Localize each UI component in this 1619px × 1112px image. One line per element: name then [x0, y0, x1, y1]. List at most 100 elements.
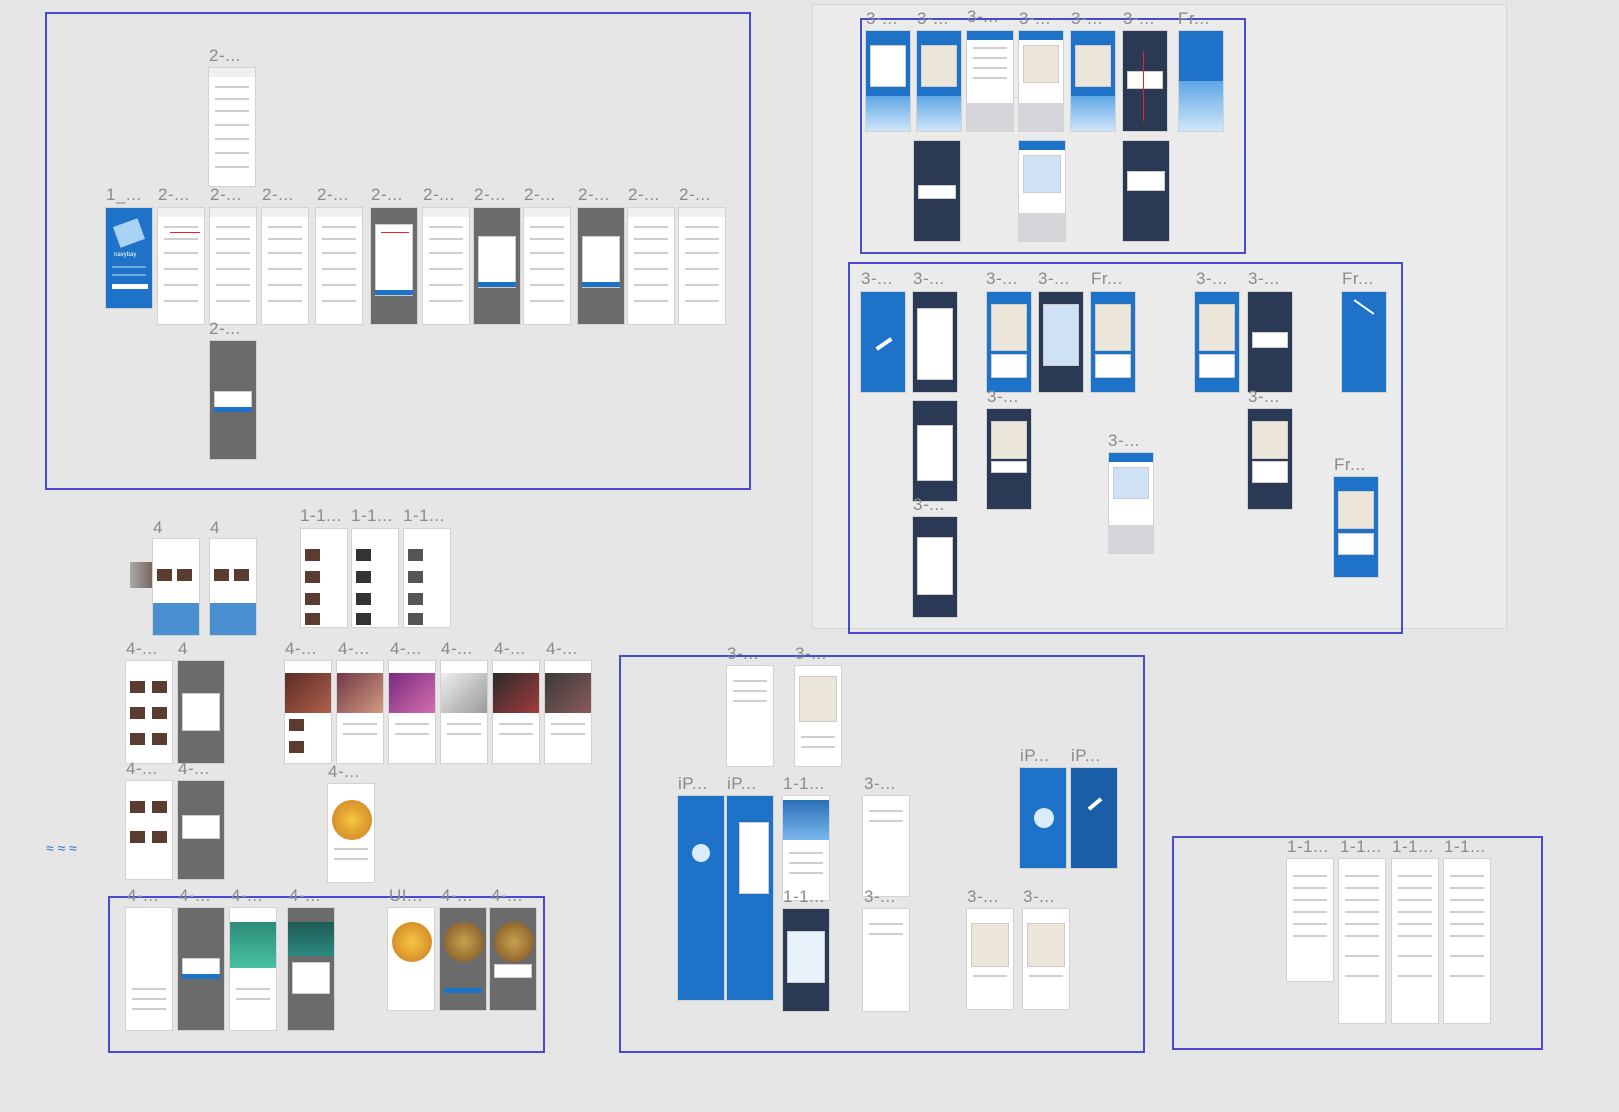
frame-thumbnail-food[interactable]	[387, 907, 435, 1011]
frame-thumbnail[interactable]	[1090, 291, 1136, 393]
app-name: navybay	[114, 252, 137, 258]
frame-thumbnail-form[interactable]	[1286, 858, 1334, 982]
frame-thumbnail-feed[interactable]	[177, 780, 225, 880]
frame-thumbnail-feed[interactable]	[125, 780, 173, 880]
frame-thumbnail[interactable]	[1038, 291, 1084, 393]
frame-thumbnail-feed[interactable]	[177, 660, 225, 764]
frame-thumbnail[interactable]	[209, 207, 257, 325]
frame-thumbnail-food[interactable]	[439, 907, 487, 1011]
frame-thumbnail[interactable]	[627, 207, 675, 325]
frame-label: 2-...	[628, 185, 660, 204]
frame-thumbnail[interactable]	[862, 908, 910, 1012]
frame-label: iP...	[1071, 746, 1101, 765]
frame-thumbnail-keyboard[interactable]	[1018, 140, 1066, 242]
frame-label: 4-...	[289, 886, 321, 905]
frame-thumbnail-modal[interactable]	[177, 907, 225, 1031]
frame-thumbnail[interactable]	[229, 907, 277, 1031]
frame-thumbnail[interactable]	[726, 665, 774, 767]
frame-thumbnail-list[interactable]	[912, 400, 958, 502]
frame-thumbnail-feed[interactable]	[284, 660, 332, 764]
frame-thumbnail-keyboard[interactable]	[1108, 452, 1154, 554]
frame-thumbnail[interactable]	[261, 207, 309, 325]
frame-label: 3-...	[1248, 269, 1280, 288]
frame-thumbnail-modal[interactable]	[370, 207, 418, 325]
frame-thumbnail[interactable]	[782, 795, 830, 901]
frame-thumbnail-sky[interactable]	[860, 291, 906, 393]
frame-thumbnail-keyboard[interactable]	[1018, 30, 1064, 132]
frame-thumbnail-sky[interactable]	[1178, 30, 1224, 132]
frame-label: 2-...	[371, 185, 403, 204]
frame-thumbnail-modal[interactable]	[1247, 291, 1293, 393]
frame-thumbnail[interactable]	[865, 30, 911, 132]
frame-thumbnail[interactable]	[986, 291, 1032, 393]
frame-thumbnail-modal[interactable]	[209, 340, 257, 460]
frame-thumbnail-feed[interactable]	[440, 660, 488, 764]
frame-thumbnail-list[interactable]	[912, 291, 958, 393]
frame-label: 4	[153, 518, 163, 537]
frame-thumbnail[interactable]	[1247, 408, 1293, 510]
frame-thumbnail-feed[interactable]	[336, 660, 384, 764]
frame-label: iP...	[1020, 746, 1050, 765]
frame-label: 3-...	[1248, 387, 1280, 406]
frame-thumbnail-list[interactable]	[403, 528, 451, 628]
frame-thumbnail-modal[interactable]	[913, 140, 961, 242]
frame-label: 1_...	[106, 185, 142, 204]
frame-thumbnail-feed[interactable]	[544, 660, 592, 764]
frame-thumbnail-feed[interactable]	[388, 660, 436, 764]
frame-thumbnail-modal[interactable]	[1122, 140, 1170, 242]
frame-thumbnail[interactable]	[916, 30, 962, 132]
frame-label: 3-...	[1023, 887, 1055, 906]
frame-thumbnail[interactable]	[1194, 291, 1240, 393]
frame-thumbnail-long[interactable]	[726, 795, 774, 1001]
frame-thumbnail-form[interactable]	[1391, 858, 1439, 1024]
frame-thumbnail[interactable]	[208, 67, 256, 187]
frame-thumbnail[interactable]	[862, 795, 910, 897]
frame-thumbnail[interactable]	[678, 207, 726, 325]
frame-label: 2-...	[210, 185, 242, 204]
frame-thumbnail-feed[interactable]	[209, 538, 257, 636]
frame-label: 1-1...	[351, 506, 393, 525]
frame-label: 1-1...	[300, 506, 342, 525]
frame-thumbnail[interactable]	[157, 207, 205, 325]
frame-thumbnail-modal[interactable]	[473, 207, 521, 325]
frame-thumbnail-keyboard[interactable]	[966, 30, 1014, 132]
frame-thumbnail[interactable]	[1333, 476, 1379, 578]
frame-thumbnail[interactable]	[986, 408, 1032, 510]
frame-thumbnail[interactable]	[966, 908, 1014, 1010]
frame-thumbnail-feed[interactable]	[125, 660, 173, 764]
frame-label: 4-...	[491, 886, 523, 905]
dolphin-icons: ≈ ≈ ≈	[46, 840, 77, 856]
frame-thumbnail-long[interactable]	[677, 795, 725, 1001]
frame-thumbnail[interactable]	[315, 207, 363, 325]
frame-thumbnail[interactable]	[523, 207, 571, 325]
frame-thumbnail[interactable]	[794, 665, 842, 767]
frame-thumbnail-list[interactable]	[300, 528, 348, 628]
frame-thumbnail-food[interactable]	[489, 907, 537, 1011]
frame-thumbnail-modal[interactable]	[577, 207, 625, 325]
frame-label: 1-1...	[1287, 837, 1329, 856]
frame-thumbnail-sky[interactable]	[1019, 767, 1067, 869]
frame-thumbnail-modal[interactable]	[287, 907, 335, 1031]
frame-label: 4-...	[178, 759, 210, 778]
frame-thumbnail-list[interactable]	[351, 528, 399, 628]
frame-label: 4-...	[441, 886, 473, 905]
frame-label: 3-...	[861, 269, 893, 288]
frame-thumbnail-sky[interactable]	[1070, 767, 1118, 869]
frame-thumbnail[interactable]	[782, 908, 830, 1012]
frame-thumbnail[interactable]	[125, 907, 173, 1031]
frame-thumbnail-food[interactable]	[327, 783, 375, 883]
frame-label: 4-...	[546, 639, 578, 658]
frame-thumbnail-modal[interactable]	[1122, 30, 1168, 132]
frame-thumbnail-sky[interactable]	[1341, 291, 1387, 393]
frame-thumbnail-feed[interactable]	[492, 660, 540, 764]
frame-thumbnail[interactable]	[422, 207, 470, 325]
frame-label: Fr...	[1091, 269, 1123, 288]
frame-thumbnail-form[interactable]	[1338, 858, 1386, 1024]
frame-thumbnail-login[interactable]: navybay	[105, 207, 153, 309]
frame-thumbnail[interactable]	[1070, 30, 1116, 132]
frame-label: Fr...	[1342, 269, 1374, 288]
frame-thumbnail[interactable]	[1022, 908, 1070, 1010]
frame-thumbnail-form[interactable]	[1443, 858, 1491, 1024]
frame-thumbnail-feed[interactable]	[152, 538, 200, 636]
frame-thumbnail-list[interactable]	[912, 516, 958, 618]
